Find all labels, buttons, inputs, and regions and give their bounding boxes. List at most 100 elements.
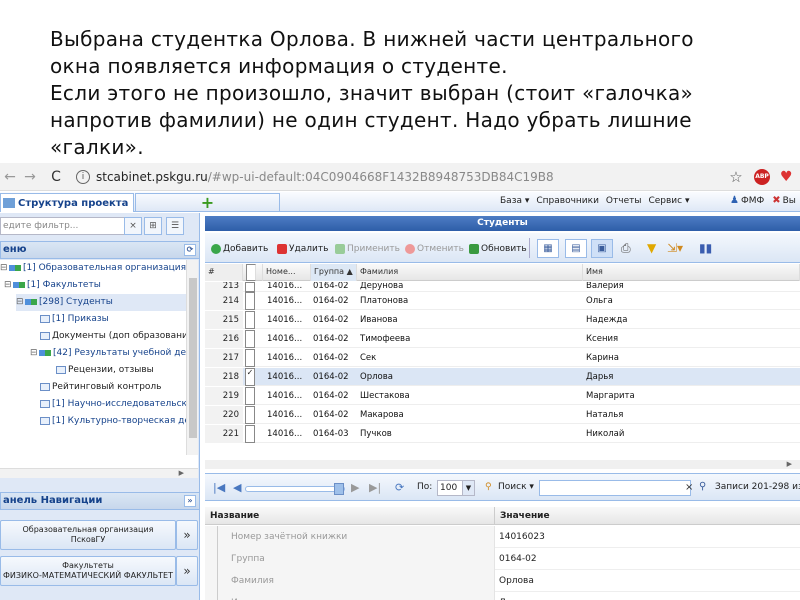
row-checkbox[interactable] bbox=[245, 292, 261, 310]
exit-label[interactable]: Вы bbox=[783, 196, 796, 206]
prev-page-button[interactable]: ◀ bbox=[233, 481, 241, 494]
grid-hscroll[interactable]: ▶ bbox=[205, 460, 800, 469]
filter-clear-button[interactable]: × bbox=[124, 217, 142, 235]
tree-node-organization[interactable]: ⊟ [1] Образовательная организация bbox=[0, 260, 186, 277]
student-checkbox[interactable] bbox=[245, 330, 255, 348]
adblock-icon[interactable]: ABP bbox=[754, 168, 770, 185]
search-clear-icon[interactable]: × bbox=[685, 482, 693, 493]
row-checkbox[interactable]: ✓ bbox=[245, 368, 261, 386]
print-icon[interactable]: ⎙ bbox=[621, 241, 631, 255]
student-checkbox[interactable] bbox=[245, 292, 255, 310]
tree-toggle-icon[interactable]: ⊟ bbox=[16, 294, 25, 311]
column-lastname[interactable]: Фамилия bbox=[357, 264, 583, 281]
tree-scrollbar[interactable] bbox=[186, 260, 198, 455]
tree-node-research[interactable]: [1] Научно-исследовательска bbox=[40, 396, 193, 413]
filter-icon[interactable]: ▼ bbox=[647, 241, 656, 255]
collapse-nav-icon[interactable]: » bbox=[184, 495, 196, 507]
split-view-button[interactable]: ▣ bbox=[591, 239, 613, 258]
row-checkbox[interactable] bbox=[245, 349, 261, 367]
student-checkbox[interactable] bbox=[245, 311, 255, 329]
table-row[interactable]: 219 14016... 0164-02 Шестакова Маргарита bbox=[205, 387, 800, 405]
row-checkbox[interactable] bbox=[245, 406, 261, 424]
info-icon[interactable]: i bbox=[76, 169, 90, 184]
tree-node-results[interactable]: ⊟ [42] Результаты учебной деят bbox=[30, 345, 197, 362]
filter-input[interactable]: едите фильтр... bbox=[0, 217, 140, 235]
page-slider[interactable] bbox=[245, 483, 345, 495]
user-label[interactable]: ФМФ bbox=[741, 196, 764, 206]
tree-toggle-icon[interactable]: ⊟ bbox=[0, 260, 9, 277]
back-button[interactable]: ← bbox=[0, 169, 20, 185]
grid-view-button[interactable]: ▦ bbox=[537, 239, 559, 258]
row-checkbox[interactable] bbox=[245, 425, 261, 443]
pager-refresh-button[interactable]: ⟳ bbox=[395, 481, 404, 494]
add-tab-button[interactable]: + bbox=[135, 193, 280, 212]
search-mode-button[interactable]: Поиск ▾ bbox=[498, 482, 534, 492]
table-row[interactable]: 216 14016... 0164-02 Тимофеева Ксения bbox=[205, 330, 800, 348]
chevron-down-icon[interactable]: ▼ bbox=[462, 481, 474, 495]
tree-node-orders[interactable]: [1] Приказы bbox=[40, 311, 109, 328]
tree-node-rating[interactable]: Рейтинговый контроль bbox=[40, 379, 162, 396]
table-row[interactable]: 218 ✓ 14016... 0164-02 Орлова Дарья bbox=[205, 368, 800, 386]
delete-button[interactable]: Удалить bbox=[277, 242, 328, 256]
row-checkbox[interactable] bbox=[245, 330, 261, 348]
tree-node-documents[interactable]: Документы (доп образование bbox=[40, 328, 193, 345]
table-row[interactable]: 220 14016... 0164-02 Макарова Наталья bbox=[205, 406, 800, 424]
menu-reports[interactable]: Отчеты bbox=[606, 196, 642, 206]
tree-node-faculties[interactable]: ⊟ [1] Факультеты bbox=[4, 277, 101, 294]
apply-button[interactable]: Применить bbox=[335, 242, 400, 256]
table-row[interactable]: 214 14016... 0164-02 Платонова Ольга bbox=[205, 292, 800, 310]
student-checkbox[interactable] bbox=[245, 406, 255, 424]
extension-shield-icon[interactable]: ♥ bbox=[780, 169, 800, 185]
row-checkbox[interactable] bbox=[245, 311, 261, 329]
last-page-button[interactable]: ▶| bbox=[369, 481, 381, 494]
url-field[interactable]: i stcabinet.pskgu.ru /#wp-ui-default:04C… bbox=[76, 166, 718, 188]
details-row[interactable]: Группа 0164-02 bbox=[205, 548, 800, 570]
column-firstname[interactable]: Имя bbox=[583, 264, 800, 281]
tab-project-structure[interactable]: Структура проекта bbox=[0, 193, 134, 212]
student-checkbox[interactable] bbox=[245, 425, 255, 443]
forward-button[interactable]: → bbox=[20, 169, 40, 185]
student-checkbox[interactable] bbox=[245, 387, 255, 405]
chart-icon[interactable]: ▮▮ bbox=[699, 241, 712, 255]
select-all-checkbox[interactable] bbox=[246, 264, 256, 281]
next-page-button[interactable]: ▶ bbox=[351, 481, 359, 494]
form-view-button[interactable]: ▤ bbox=[565, 239, 587, 258]
tree-toggle-icon[interactable]: ⊟ bbox=[30, 345, 39, 362]
search-go-icon[interactable]: ⚲ bbox=[699, 481, 706, 492]
filter-expand-button[interactable]: ⊞ bbox=[144, 217, 162, 235]
page-slider-knob[interactable] bbox=[334, 483, 344, 495]
search-input[interactable] bbox=[539, 480, 691, 496]
add-button[interactable]: Добавить bbox=[211, 242, 268, 256]
nav-card-organization[interactable]: Образовательная организация ПсковГУ bbox=[0, 520, 176, 550]
scroll-thumb[interactable] bbox=[189, 278, 197, 438]
student-checkbox[interactable] bbox=[245, 282, 255, 292]
column-rownum[interactable]: # bbox=[205, 264, 243, 281]
tree-toggle-icon[interactable]: ⊟ bbox=[4, 277, 13, 294]
tree-hscroll[interactable]: ▶ bbox=[0, 468, 198, 478]
column-group[interactable]: Группа ▲ bbox=[311, 264, 357, 281]
details-row[interactable]: Фамилия Орлова bbox=[205, 570, 800, 592]
tree-node-students[interactable]: ⊟ [298] Студенты bbox=[16, 294, 186, 311]
nav-card-faculties[interactable]: Факультеты ФИЗИКО-МАТЕМАТИЧЕСКИЙ ФАКУЛЬТ… bbox=[0, 556, 176, 586]
column-number[interactable]: Номе... bbox=[263, 264, 311, 281]
first-page-button[interactable]: |◀ bbox=[213, 481, 225, 494]
table-row[interactable]: 215 14016... 0164-02 Иванова Надежда bbox=[205, 311, 800, 329]
nav-card-go-button[interactable]: » bbox=[176, 556, 198, 586]
nav-card-go-button[interactable]: » bbox=[176, 520, 198, 550]
menu-base[interactable]: База ▾ bbox=[500, 196, 529, 206]
tree-node-cultural[interactable]: [1] Культурно-творческая дея bbox=[40, 413, 195, 430]
student-checkbox[interactable] bbox=[245, 349, 255, 367]
filter-list-button[interactable]: ☰ bbox=[166, 217, 184, 235]
tree-node-reviews[interactable]: Рецензии, отзывы bbox=[56, 362, 154, 379]
reload-button[interactable]: C bbox=[46, 169, 66, 185]
table-row[interactable]: 221 14016... 0164-03 Пучков Николай bbox=[205, 425, 800, 443]
details-row[interactable]: Номер зачётной книжки 14016023 bbox=[205, 526, 800, 548]
cancel-button[interactable]: Отменить bbox=[405, 242, 464, 256]
student-checkbox[interactable]: ✓ bbox=[245, 368, 255, 386]
table-row[interactable]: 213 14016... 0164-02 Дерунова Валерия bbox=[205, 282, 800, 292]
details-row[interactable]: ИмяДарья bbox=[205, 592, 800, 600]
export-icon[interactable]: ⇲▾ bbox=[667, 241, 683, 255]
per-page-select[interactable]: 100 ▼ bbox=[437, 480, 475, 496]
refresh-button[interactable]: Обновить bbox=[469, 242, 527, 256]
row-checkbox[interactable] bbox=[245, 282, 261, 292]
